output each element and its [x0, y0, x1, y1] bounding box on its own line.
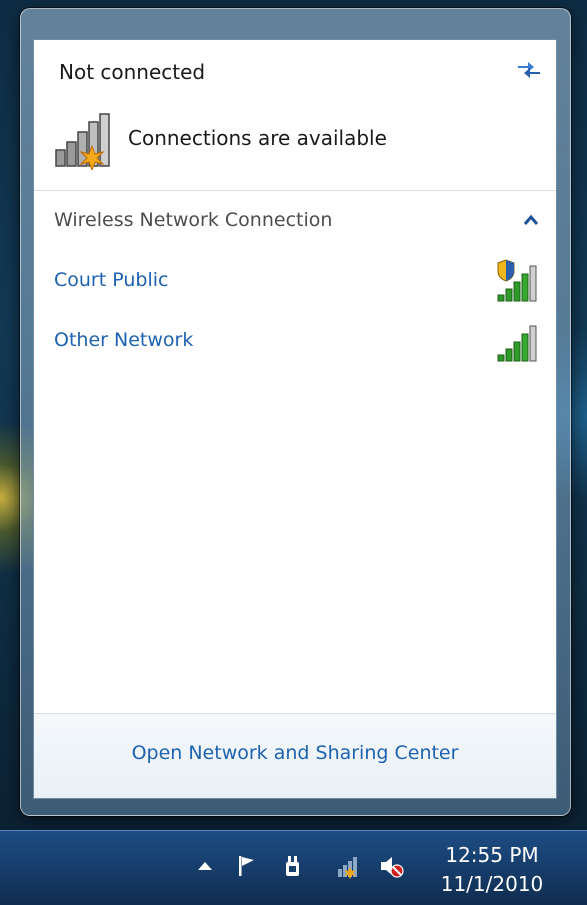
network-item-other-network[interactable]: Other Network: [34, 313, 556, 373]
taskbar-clock[interactable]: 12:55 PM 11/1/2010: [432, 841, 552, 899]
secured-wifi-signal-icon: [497, 259, 537, 302]
wireless-section-title: Wireless Network Connection: [54, 209, 333, 231]
connection-status-title: Not connected: [59, 60, 206, 84]
network-flyout: Not connected Connections are available …: [33, 39, 557, 799]
flyout-footer: Open Network and Sharing Center: [34, 713, 556, 798]
network-item-court-public[interactable]: Court Public: [34, 253, 556, 313]
connection-status-header: Not connected Connections are available: [34, 40, 556, 191]
clock-time: 12:55 PM: [445, 843, 539, 867]
power-plug-icon[interactable]: [280, 853, 306, 879]
refresh-icon[interactable]: [514, 54, 544, 82]
wifi-signal-icon: [497, 325, 537, 362]
wireless-section-header[interactable]: Wireless Network Connection: [34, 191, 556, 253]
network-no-connection-icon[interactable]: [336, 853, 362, 879]
network-name: Other Network: [54, 329, 194, 351]
network-name: Court Public: [54, 269, 169, 291]
connections-available-text: Connections are available: [128, 126, 387, 150]
chevron-up-icon[interactable]: [522, 213, 540, 227]
open-network-sharing-center-link[interactable]: Open Network and Sharing Center: [34, 742, 556, 764]
action-center-flag-icon[interactable]: [234, 853, 260, 879]
show-hidden-icons-arrow[interactable]: [192, 853, 218, 879]
clock-date: 11/1/2010: [440, 872, 544, 896]
volume-muted-icon[interactable]: [378, 853, 404, 879]
no-connection-signal-icon: [55, 113, 110, 170]
taskbar: 12:55 PM 11/1/2010: [0, 830, 587, 905]
